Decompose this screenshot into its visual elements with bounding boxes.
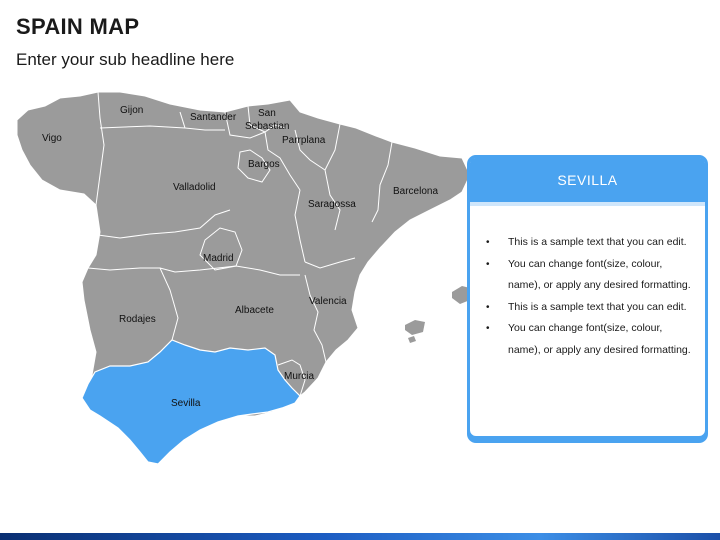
label-vigo: Vigo bbox=[42, 133, 62, 144]
label-valladolid: Valladolid bbox=[173, 182, 216, 193]
card-bullet-list: This is a sample text that you can edit.… bbox=[470, 206, 705, 361]
footer-bar bbox=[0, 533, 720, 540]
bullet-item: This is a sample text that you can edit. bbox=[484, 232, 693, 254]
label-sebastian: Sebastian bbox=[245, 121, 289, 132]
region-info-card: SEVILLA This is a sample text that you c… bbox=[467, 155, 708, 439]
label-sevilla: Sevilla bbox=[171, 398, 201, 409]
bullet-item: This is a sample text that you can edit. bbox=[484, 297, 693, 319]
label-santander: Santander bbox=[190, 112, 237, 123]
label-gijon: Gijon bbox=[120, 105, 143, 116]
label-valencia: Valencia bbox=[309, 296, 347, 307]
label-rodajes: Rodajes bbox=[119, 314, 156, 325]
label-murcia: Murcia bbox=[284, 371, 314, 382]
bullet-item: You can change font(size, colour, name),… bbox=[484, 254, 693, 297]
formentera-island bbox=[408, 336, 416, 343]
bullet-item: You can change font(size, colour, name),… bbox=[484, 318, 693, 361]
label-madrid: Madrid bbox=[203, 253, 234, 264]
ibiza-island bbox=[405, 320, 425, 335]
card-title: SEVILLA bbox=[470, 158, 705, 206]
label-bargos: Bargos bbox=[248, 159, 280, 170]
label-barcelona: Barcelona bbox=[393, 186, 438, 197]
label-albacete: Albacete bbox=[235, 305, 274, 316]
label-saragossa: Saragossa bbox=[308, 199, 356, 210]
label-san: San bbox=[258, 108, 276, 119]
label-parrplana: Parrplana bbox=[282, 135, 326, 146]
